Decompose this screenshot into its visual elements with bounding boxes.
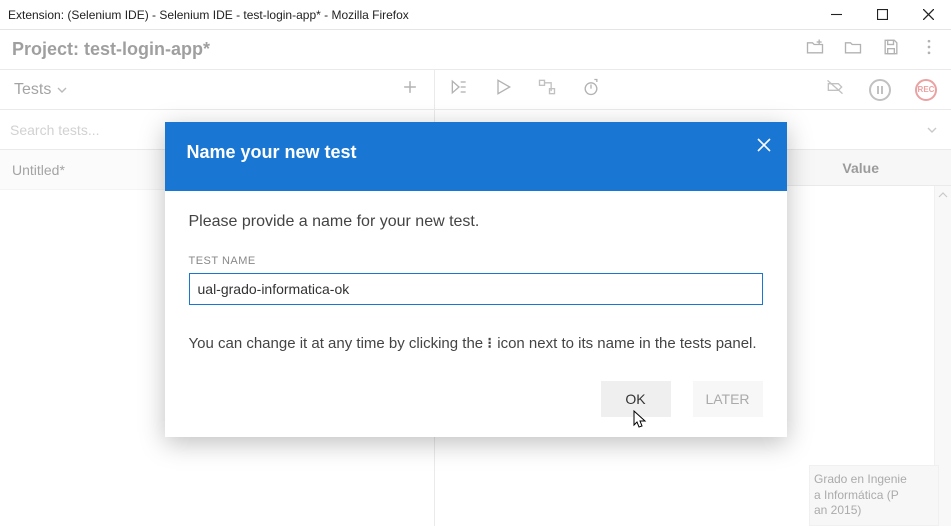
name-test-modal: Name your new test Please provide a name… xyxy=(165,122,787,437)
modal-header: Name your new test xyxy=(165,122,787,191)
maximize-button[interactable] xyxy=(859,0,905,30)
window-buttons xyxy=(813,0,951,30)
cursor-icon xyxy=(631,409,649,431)
close-window-button[interactable] xyxy=(905,0,951,30)
window-title: Extension: (Selenium IDE) - Selenium IDE… xyxy=(8,8,409,22)
test-name-input[interactable] xyxy=(189,273,763,305)
test-name-label: TEST NAME xyxy=(189,255,763,267)
modal-hint: You can change it at any time by clickin… xyxy=(189,333,763,355)
close-icon xyxy=(756,137,772,153)
modal-close-button[interactable] xyxy=(751,132,777,158)
ok-button[interactable]: OK xyxy=(601,381,671,417)
minimize-button[interactable] xyxy=(813,0,859,30)
window-titlebar: Extension: (Selenium IDE) - Selenium IDE… xyxy=(0,0,951,30)
modal-title: Name your new test xyxy=(187,142,357,162)
later-button[interactable]: LATER xyxy=(693,381,763,417)
modal-prompt: Please provide a name for your new test. xyxy=(189,213,763,231)
modal-overlay: Name your new test Please provide a name… xyxy=(0,30,951,526)
